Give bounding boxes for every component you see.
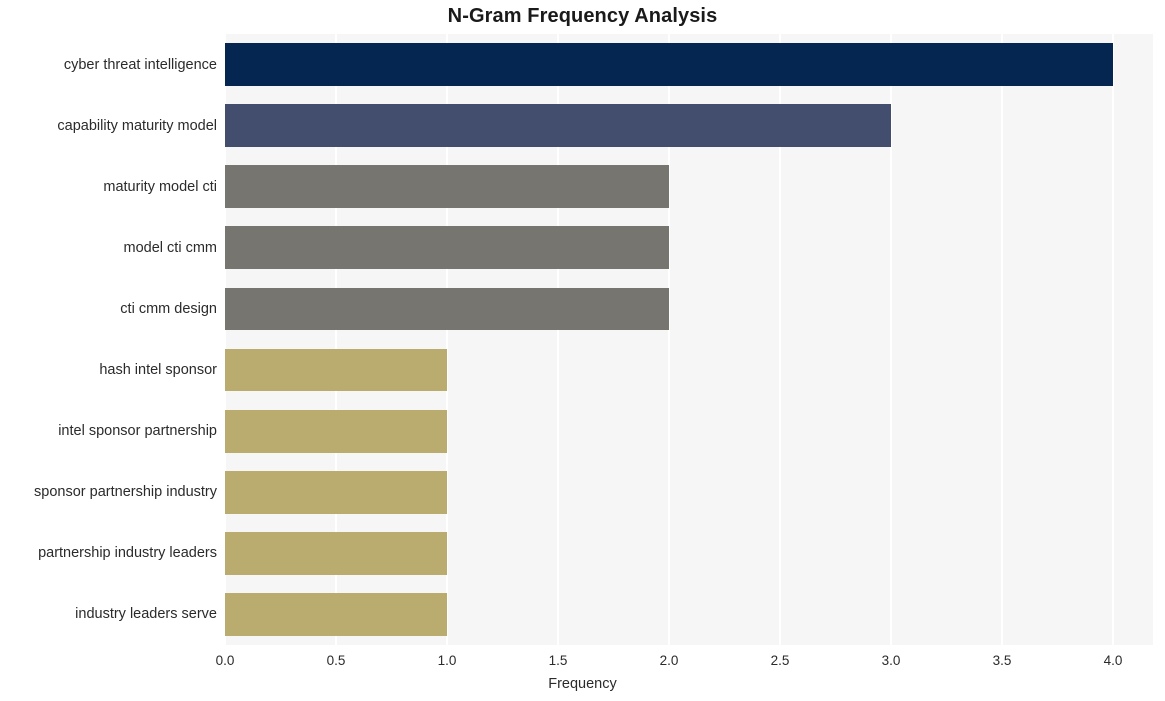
y-tick-label: cti cmm design: [120, 300, 217, 317]
chart-title: N-Gram Frequency Analysis: [447, 5, 718, 27]
y-tick-label: partnership industry leaders: [38, 545, 217, 562]
x-tick-label: 2.5: [770, 653, 790, 668]
x-tick-label: 1.0: [437, 653, 457, 668]
x-tick-label: 1.5: [548, 653, 568, 668]
y-tick-label: model cti cmm: [123, 239, 217, 256]
x-tick-label: 0.5: [326, 653, 346, 668]
x-tick-label: 3.0: [881, 653, 901, 668]
x-tick-label: 0.0: [215, 653, 235, 668]
y-tick-label: intel sponsor partnership: [58, 423, 217, 440]
y-tick-label: capability maturity model: [57, 117, 217, 134]
x-axis: 0.0 0.5 1.0 1.5 2.0 2.5 3.0 3.5 4.0 Frequency: [0, 645, 1165, 701]
x-tick-label: 3.5: [992, 653, 1012, 668]
y-tick-label: industry leaders serve: [75, 606, 217, 623]
x-tick-label: 4.0: [1103, 653, 1123, 668]
y-tick-label: sponsor partnership industry: [34, 484, 217, 501]
y-tick-label: maturity model cti: [103, 178, 217, 195]
y-tick-label: cyber threat intelligence: [63, 56, 217, 73]
y-tick-label: hash intel sponsor: [99, 362, 217, 379]
x-axis-title: Frequency: [548, 676, 617, 692]
x-tick-label: 2.0: [659, 653, 679, 668]
y-axis-labels: cyber threat intelligence capability matu…: [0, 34, 1165, 645]
ngram-frequency-chart: N-Gram Frequency Analysis cyber threat i…: [0, 0, 1165, 701]
